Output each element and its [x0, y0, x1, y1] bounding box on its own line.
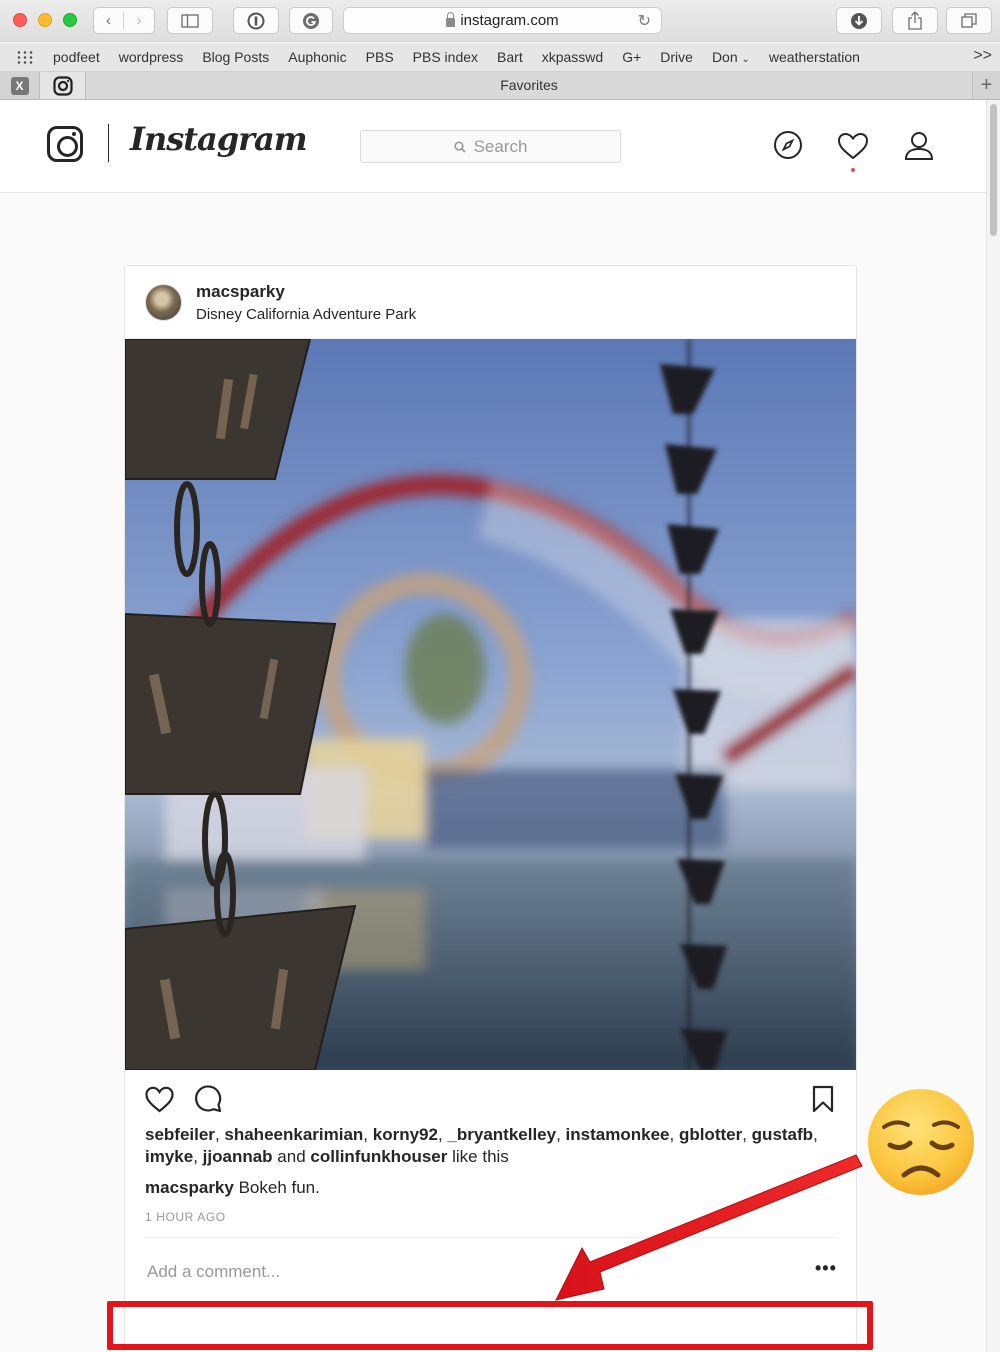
bookmark-item[interactable]: wordpress: [119, 49, 184, 65]
like-heart-icon[interactable]: [145, 1086, 174, 1113]
chevron-down-icon: ⌄: [741, 54, 750, 65]
bookmark-item[interactable]: weatherstation: [769, 49, 860, 65]
bookmarks-overflow-button[interactable]: >>: [973, 47, 992, 65]
bookmark-folder-label: Don: [711, 49, 738, 65]
download-icon: [851, 12, 867, 29]
instagram-logo-icon[interactable]: [47, 126, 83, 162]
scrollbar[interactable]: [986, 100, 1000, 1352]
bookmarks-bar: podfeet wordpress Blog Posts Auphonic PB…: [0, 43, 1000, 72]
search-icon: [453, 140, 466, 153]
liker-link[interactable]: shaheenkarimian: [224, 1125, 363, 1144]
profile-icon[interactable]: [903, 130, 935, 162]
liked-and: and: [277, 1147, 306, 1166]
address-bar[interactable]: instagram.com ↻: [343, 7, 662, 34]
logo-divider: [108, 124, 109, 162]
post-header: macsparky Disney California Adventure Pa…: [125, 266, 856, 339]
bookmark-item[interactable]: PBS index: [413, 49, 478, 65]
back-icon[interactable]: ‹: [94, 12, 125, 29]
post-timestamp[interactable]: 1 HOUR AGO: [145, 1210, 226, 1224]
x-logo-icon: X: [10, 76, 29, 95]
address-url: instagram.com: [460, 12, 559, 29]
avatar[interactable]: [145, 284, 182, 321]
pinned-tab-instagram[interactable]: [40, 72, 86, 99]
search-input[interactable]: Search: [360, 130, 621, 163]
tab-favorites[interactable]: Favorites: [86, 72, 972, 99]
new-tab-button[interactable]: +: [972, 72, 1000, 99]
liker-link[interactable]: jjoannab: [203, 1147, 273, 1166]
more-options-button[interactable]: •••: [815, 1258, 837, 1279]
back-forward-buttons[interactable]: ‹ ›: [93, 7, 155, 34]
liker-link[interactable]: imyke: [145, 1147, 193, 1166]
scrollbar-thumb[interactable]: [990, 104, 997, 236]
instagram-small-icon: [52, 75, 73, 96]
caption-text: Bokeh fun.: [238, 1178, 320, 1197]
comment-divider: [145, 1237, 837, 1238]
liker-link[interactable]: gblotter: [679, 1125, 742, 1144]
sidebar-icon: [181, 13, 199, 28]
bookmark-item[interactable]: xkpasswd: [542, 49, 603, 65]
post-username[interactable]: macsparky: [196, 282, 285, 302]
tab-bar: X Favorites +: [0, 72, 1000, 100]
forward-icon[interactable]: ›: [124, 12, 154, 29]
minimize-window-button[interactable]: [38, 13, 52, 27]
instagram-wordmark[interactable]: Instagram: [130, 120, 308, 158]
share-button[interactable]: [892, 7, 938, 34]
post-location[interactable]: Disney California Adventure Park: [196, 306, 416, 323]
lock-icon: [446, 12, 456, 27]
tab-overview-button[interactable]: [946, 7, 992, 34]
liker-link[interactable]: _bryantkelley: [447, 1125, 556, 1144]
liker-link[interactable]: collinfunkhouser: [310, 1147, 447, 1166]
bookmark-item[interactable]: podfeet: [53, 49, 100, 65]
add-comment-input[interactable]: Add a comment...: [147, 1262, 280, 1282]
grammarly-icon: [303, 12, 319, 29]
liked-by-text: sebfeiler, shaheenkarimian, korny92, _br…: [145, 1125, 818, 1166]
notification-dot: [851, 168, 855, 172]
bookmark-item[interactable]: Drive: [660, 49, 693, 65]
tabs-icon: [961, 12, 977, 28]
share-icon: [908, 11, 922, 30]
liker-link[interactable]: korny92: [373, 1125, 438, 1144]
bookmark-folder-don[interactable]: Don ⌄: [712, 49, 750, 65]
caption-username[interactable]: macsparky: [145, 1178, 234, 1197]
password-manager-button[interactable]: [233, 7, 279, 34]
bookmark-item[interactable]: Blog Posts: [202, 49, 269, 65]
liker-link[interactable]: instamonkee: [566, 1125, 670, 1144]
apps-grid-icon[interactable]: [16, 50, 34, 64]
comment-icon[interactable]: [194, 1085, 222, 1113]
instagram-header: Instagram Search: [0, 100, 986, 193]
close-window-button[interactable]: [13, 13, 27, 27]
reload-icon[interactable]: ↻: [638, 11, 651, 31]
grammarly-button[interactable]: [289, 7, 333, 34]
liker-link[interactable]: sebfeiler: [145, 1125, 215, 1144]
post-actions: [145, 1084, 837, 1118]
onepassword-icon: [247, 12, 265, 29]
sidebar-button[interactable]: [167, 7, 213, 34]
screenshot: ‹ › instagram.com ↻ podfeet wordpress Bl…: [0, 0, 1000, 1352]
photo-rain-chain-roller-coaster: [125, 339, 856, 1070]
zoom-window-button[interactable]: [63, 13, 77, 27]
liked-suffix: like this: [452, 1147, 509, 1166]
bookmark-save-icon[interactable]: [812, 1085, 834, 1113]
post-card: macsparky Disney California Adventure Pa…: [124, 265, 857, 1352]
bookmark-item[interactable]: PBS: [366, 49, 394, 65]
post-photo[interactable]: [125, 339, 856, 1070]
post-caption: macsparky Bokeh fun.: [145, 1178, 320, 1198]
bookmark-item[interactable]: Bart: [497, 49, 523, 65]
browser-toolbar: ‹ › instagram.com ↻: [0, 0, 1000, 42]
bookmark-item[interactable]: G+: [622, 49, 641, 65]
explore-compass-icon[interactable]: [773, 130, 803, 160]
disappointed-face-emoji-icon: [868, 1089, 974, 1195]
liker-link[interactable]: gustafb: [752, 1125, 813, 1144]
downloads-button[interactable]: [836, 7, 882, 34]
search-placeholder: Search: [473, 136, 528, 156]
bookmark-item[interactable]: Auphonic: [288, 49, 346, 65]
heart-icon[interactable]: [837, 132, 869, 160]
pinned-tab-x[interactable]: X: [0, 72, 40, 99]
